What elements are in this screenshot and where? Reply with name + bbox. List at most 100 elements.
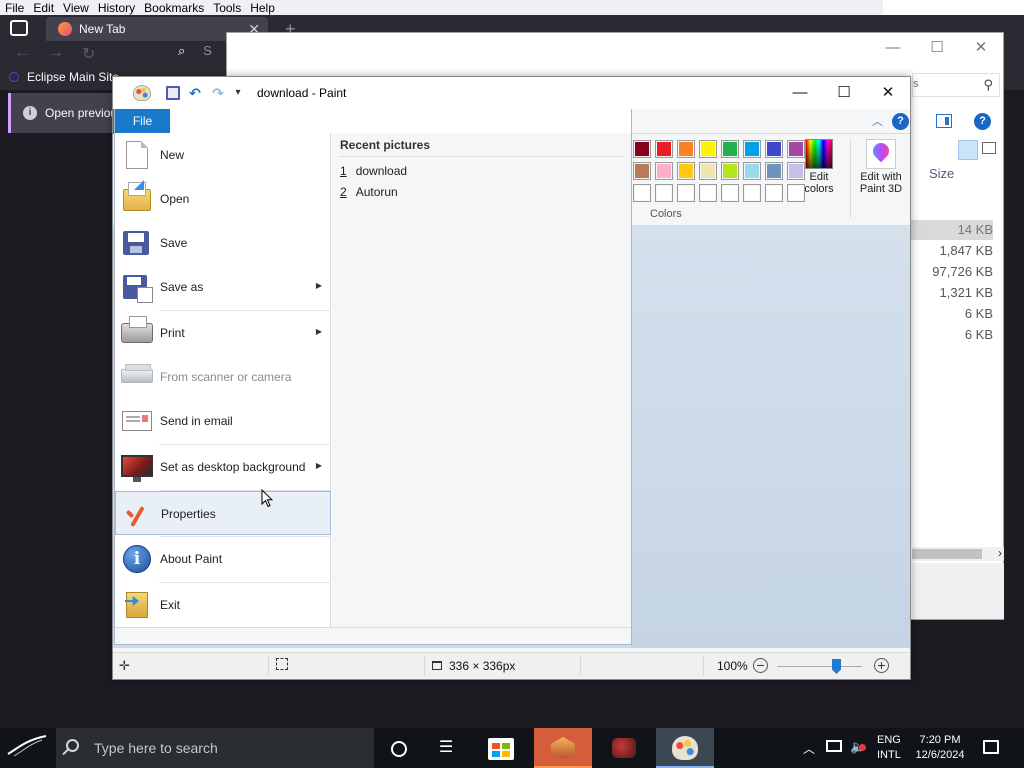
size-column-header[interactable]: Size [929, 166, 954, 181]
menu-tools[interactable]: Tools [213, 1, 241, 15]
close-icon[interactable]: ✕ [959, 33, 1003, 63]
horizontal-scrollbar[interactable]: › [912, 546, 1004, 561]
color-swatch[interactable] [699, 184, 717, 202]
recent-file-item[interactable]: 1 download [340, 164, 407, 178]
maximize-icon[interactable]: ☐ [915, 33, 959, 63]
color-swatch[interactable] [655, 162, 673, 180]
tab-list-icon[interactable] [10, 20, 28, 36]
scrollbar-thumb[interactable] [912, 549, 982, 559]
zoom-slider-thumb[interactable] [832, 659, 841, 674]
input-language[interactable]: ENG INTL [877, 733, 901, 763]
file-size-cell[interactable]: 6 KB [905, 325, 993, 345]
start-icon[interactable] [0, 728, 56, 768]
menu-help[interactable]: Help [250, 1, 275, 15]
menu-item-about-paint[interactable]: i About Paint [115, 537, 331, 581]
color-swatch[interactable] [633, 184, 651, 202]
customize-quick-access-icon[interactable]: ▾ [230, 85, 246, 101]
color-swatch[interactable] [721, 184, 739, 202]
maximize-icon[interactable]: ☐ [822, 77, 866, 109]
cortana-icon[interactable] [380, 728, 416, 768]
taskbar-app-icon[interactable] [596, 728, 654, 768]
menu-item-properties[interactable]: Properties [115, 491, 331, 535]
menu-history[interactable]: History [98, 1, 135, 15]
minimize-icon[interactable]: — [778, 77, 822, 109]
file-size-cell[interactable]: 97,726 KB [905, 262, 993, 282]
taskbar-firefox[interactable] [534, 728, 592, 768]
color-swatch[interactable] [743, 162, 761, 180]
taskbar-search-box[interactable]: Type here to search [56, 728, 374, 768]
file-size-cell[interactable]: 14 KB [905, 220, 993, 240]
undo-icon[interactable]: ↶ [187, 85, 203, 101]
menu-item-print[interactable]: Print ▶ [115, 311, 331, 355]
browser-search-field[interactable]: ⌕ S [178, 42, 212, 59]
minimize-icon[interactable]: — [871, 33, 915, 63]
menu-item-save-as[interactable]: Save as ▶ [115, 265, 331, 309]
show-hidden-icons-chevron-icon[interactable]: ︿ [803, 740, 815, 757]
volume-muted-icon[interactable]: 🔈 [850, 739, 866, 755]
task-view-icon[interactable]: ☰ [428, 728, 464, 768]
menu-bookmarks[interactable]: Bookmarks [144, 1, 204, 15]
taskbar-paint[interactable] [656, 728, 714, 768]
color-swatch[interactable] [765, 184, 783, 202]
recent-file-item[interactable]: 2 Autorun [340, 185, 398, 199]
file-size-cell[interactable]: 1,321 KB [905, 283, 994, 303]
image-size-icon [432, 661, 442, 670]
scroll-right-icon[interactable]: › [998, 546, 1002, 560]
reload-icon[interactable]: ↻ [82, 44, 95, 64]
color-swatch[interactable] [677, 140, 695, 158]
color-swatch[interactable] [699, 162, 717, 180]
help-icon[interactable]: ? [974, 113, 991, 130]
menu-item-label: Set as desktop background [160, 460, 306, 474]
bookmark-eclipse[interactable]: Eclipse Main Site [9, 70, 119, 84]
desktop-background-icon [121, 455, 153, 482]
color-swatch[interactable] [633, 162, 651, 180]
forward-icon[interactable]: → [48, 44, 64, 62]
menu-item-send-in-email[interactable]: Send in email [115, 399, 331, 443]
zoom-out-icon[interactable]: − [753, 658, 768, 673]
quick-save-icon[interactable] [166, 86, 180, 100]
menu-file[interactable]: File [5, 1, 24, 15]
menu-item-set-as-desktop-background[interactable]: Set as desktop background ▶ [115, 445, 331, 489]
collapse-ribbon-icon[interactable]: ︿ [872, 113, 883, 129]
file-size-cell[interactable]: 1,847 KB [905, 241, 994, 261]
color-swatch[interactable] [655, 140, 673, 158]
zoom-in-icon[interactable]: + [874, 658, 889, 673]
menu-item-open[interactable]: Open [115, 177, 331, 221]
color-swatch[interactable] [721, 162, 739, 180]
color-swatch[interactable] [699, 140, 717, 158]
back-icon[interactable]: ← [14, 44, 30, 62]
color-swatch[interactable] [743, 140, 761, 158]
action-center-icon[interactable] [983, 740, 999, 754]
redo-icon[interactable]: ↷ [210, 85, 226, 101]
zoom-slider[interactable] [777, 659, 862, 674]
file-size-cell[interactable]: 6 KB [905, 304, 993, 324]
details-view-icon[interactable] [958, 140, 978, 160]
color-swatch[interactable] [721, 140, 739, 158]
explorer-search-input[interactable]: s ⚲ [912, 73, 1000, 97]
taskbar-search-placeholder: Type here to search [94, 740, 218, 756]
color-swatch[interactable] [743, 184, 761, 202]
network-icon[interactable] [826, 740, 842, 752]
menu-item-save[interactable]: Save [115, 221, 331, 265]
menu-item-new[interactable]: New [115, 133, 331, 177]
file-menu-tab[interactable]: File [115, 109, 170, 133]
color-swatch[interactable] [655, 184, 673, 202]
edit-with-paint3d-button[interactable]: Edit with Paint 3D [851, 136, 911, 206]
menu-item-exit[interactable]: Exit [115, 583, 331, 627]
edit-colors-button[interactable]: Edit colors [793, 136, 845, 206]
preview-pane-icon[interactable] [936, 114, 952, 128]
color-swatch[interactable] [765, 162, 783, 180]
menu-edit[interactable]: Edit [33, 1, 54, 15]
color-swatch[interactable] [765, 140, 783, 158]
color-swatch[interactable] [677, 184, 695, 202]
close-icon[interactable]: ✕ [866, 77, 910, 109]
browser-window-controls[interactable] [883, 0, 1024, 15]
paint-app-icon[interactable] [133, 85, 151, 101]
taskbar-microsoft-store[interactable] [472, 728, 530, 768]
color-swatch[interactable] [677, 162, 695, 180]
menu-view[interactable]: View [63, 1, 89, 15]
clock[interactable]: 7:20 PM 12/6/2024 [910, 733, 970, 763]
large-icons-view-icon[interactable] [982, 142, 996, 154]
help-icon[interactable]: ? [892, 113, 909, 130]
color-swatch[interactable] [633, 140, 651, 158]
